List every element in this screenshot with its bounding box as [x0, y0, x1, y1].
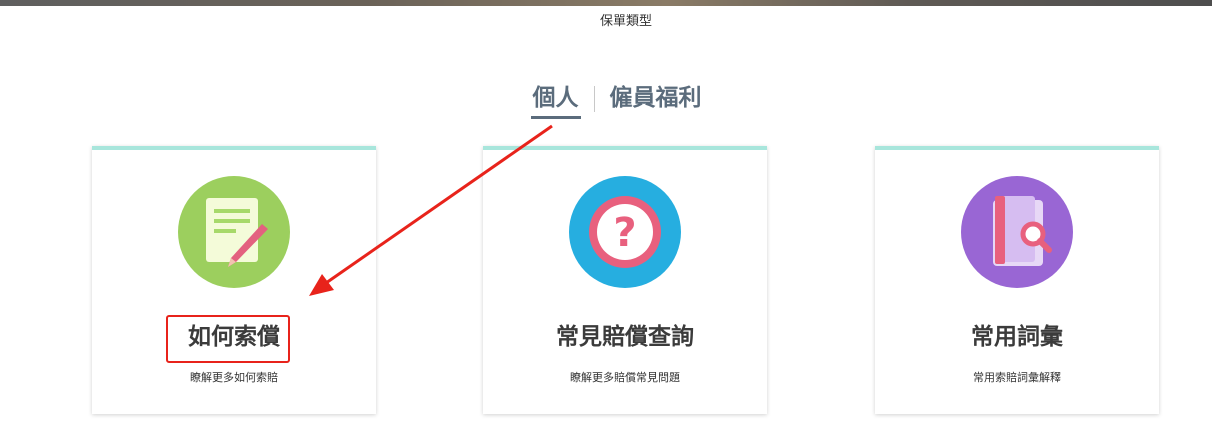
svg-text:?: ? [613, 210, 636, 256]
card-title: 常用詞彙 [971, 324, 1063, 350]
document-pencil-icon [178, 176, 290, 288]
question-mark-icon: ? [569, 176, 681, 288]
tab-divider [593, 86, 595, 112]
card-subtitle: 瞭解更多如何索賠 [190, 371, 278, 384]
policy-type-tabs: 個人 僱員福利 [0, 83, 1212, 119]
section-caption: 保單類型 [599, 14, 652, 29]
tab-personal[interactable]: 個人 [530, 83, 581, 119]
card-how-to-claim[interactable]: 如何索償 瞭解更多如何索賠 [92, 146, 376, 414]
card-claims-faq[interactable]: ? 常見賠償查詢 瞭解更多賠償常見問題 [483, 146, 767, 414]
top-banner-strip [0, 0, 1212, 6]
card-title: 如何索償 [188, 324, 280, 350]
card-subtitle: 瞭解更多賠償常見問題 [570, 371, 680, 384]
tab-employee-benefits[interactable]: 僱員福利 [608, 83, 704, 116]
card-subtitle: 常用索賠詞彙解釋 [973, 371, 1061, 384]
glossary-book-icon [961, 176, 1073, 288]
card-glossary[interactable]: 常用詞彙 常用索賠詞彙解釋 [875, 146, 1159, 414]
card-title: 常見賠償查詢 [556, 324, 694, 350]
